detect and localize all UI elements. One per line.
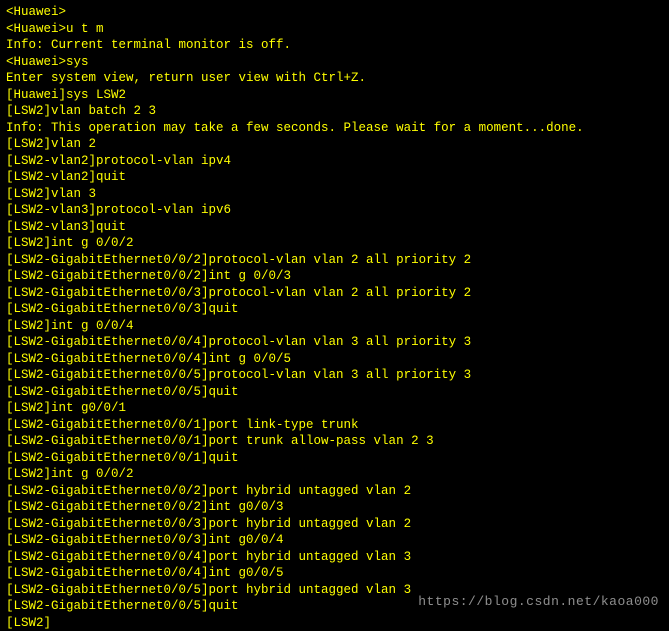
terminal-line: [LSW2-GigabitEthernet0/0/4]int g 0/0/5 xyxy=(6,351,663,368)
terminal-line: [LSW2]int g 0/0/4 xyxy=(6,318,663,335)
terminal-line: [LSW2-GigabitEthernet0/0/4]protocol-vlan… xyxy=(6,334,663,351)
terminal-line: [LSW2-GigabitEthernet0/0/1]port trunk al… xyxy=(6,433,663,450)
terminal-line: [LSW2]vlan 3 xyxy=(6,186,663,203)
terminal-line: [LSW2-GigabitEthernet0/0/2]int g0/0/3 xyxy=(6,499,663,516)
terminal-line: [LSW2-vlan3]quit xyxy=(6,219,663,236)
watermark-text: https://blog.csdn.net/kaoa000 xyxy=(418,594,659,611)
terminal-line: [LSW2-GigabitEthernet0/0/1]quit xyxy=(6,450,663,467)
terminal-line: Info: Current terminal monitor is off. xyxy=(6,37,663,54)
terminal-line: [LSW2-GigabitEthernet0/0/2]int g 0/0/3 xyxy=(6,268,663,285)
terminal-line: <Huawei> xyxy=(6,4,663,21)
terminal-line: [LSW2-vlan2]quit xyxy=(6,169,663,186)
terminal-line: <Huawei>u t m xyxy=(6,21,663,38)
terminal-line: [LSW2]int g 0/0/2 xyxy=(6,235,663,252)
terminal-line: [LSW2-GigabitEthernet0/0/5]protocol-vlan… xyxy=(6,367,663,384)
terminal-line: [LSW2-GigabitEthernet0/0/3]int g0/0/4 xyxy=(6,532,663,549)
terminal-line: [LSW2-GigabitEthernet0/0/3]port hybrid u… xyxy=(6,516,663,533)
terminal-line: Info: This operation may take a few seco… xyxy=(6,120,663,137)
terminal-output[interactable]: <Huawei><Huawei>u t mInfo: Current termi… xyxy=(6,4,663,631)
terminal-line: [LSW2-GigabitEthernet0/0/4]int g0/0/5 xyxy=(6,565,663,582)
terminal-line: [Huawei]sys LSW2 xyxy=(6,87,663,104)
terminal-line: [LSW2]vlan 2 xyxy=(6,136,663,153)
terminal-line: [LSW2-GigabitEthernet0/0/2]protocol-vlan… xyxy=(6,252,663,269)
terminal-line: [LSW2]int g0/0/1 xyxy=(6,400,663,417)
terminal-line: [LSW2-vlan2]protocol-vlan ipv4 xyxy=(6,153,663,170)
terminal-line: Enter system view, return user view with… xyxy=(6,70,663,87)
terminal-line: [LSW2-GigabitEthernet0/0/1]port link-typ… xyxy=(6,417,663,434)
terminal-line: [LSW2-GigabitEthernet0/0/4]port hybrid u… xyxy=(6,549,663,566)
terminal-line: [LSW2]int g 0/0/2 xyxy=(6,466,663,483)
terminal-line: [LSW2]vlan batch 2 3 xyxy=(6,103,663,120)
terminal-line: [LSW2-GigabitEthernet0/0/3]protocol-vlan… xyxy=(6,285,663,302)
terminal-line: [LSW2-vlan3]protocol-vlan ipv6 xyxy=(6,202,663,219)
terminal-line: [LSW2-GigabitEthernet0/0/3]quit xyxy=(6,301,663,318)
terminal-line: [LSW2-GigabitEthernet0/0/2]port hybrid u… xyxy=(6,483,663,500)
terminal-line: [LSW2] xyxy=(6,615,663,631)
terminal-line: <Huawei>sys xyxy=(6,54,663,71)
terminal-line: [LSW2-GigabitEthernet0/0/5]quit xyxy=(6,384,663,401)
